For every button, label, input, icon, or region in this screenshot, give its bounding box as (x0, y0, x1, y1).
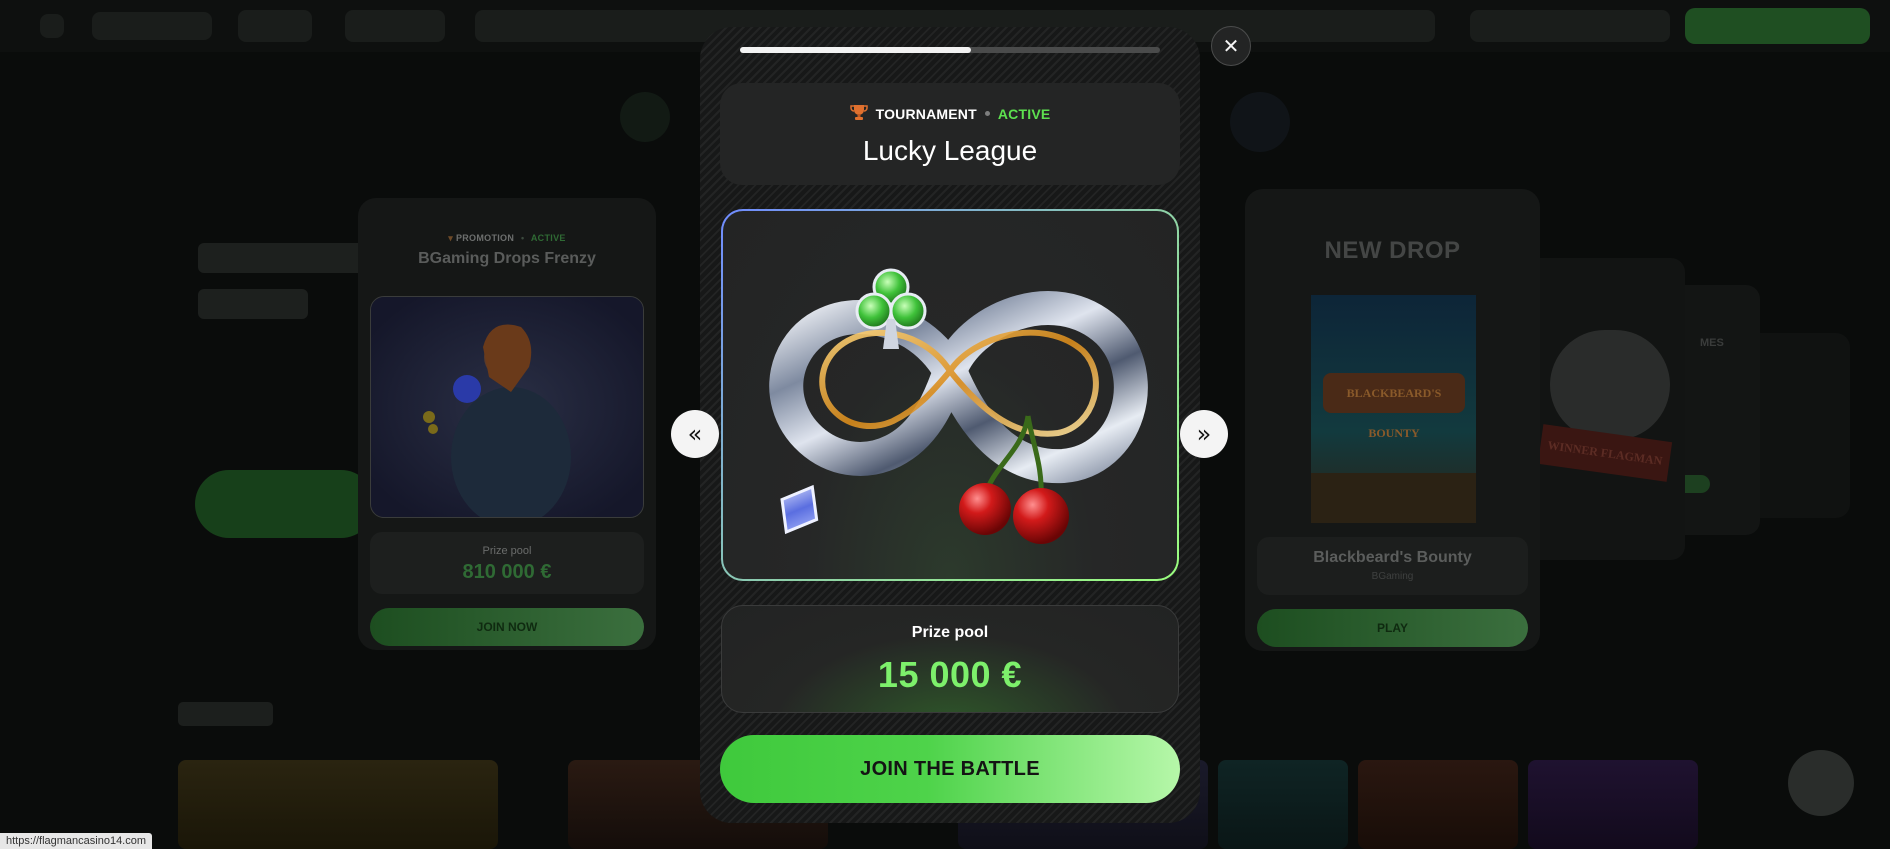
story-card-left: ▾ PROMOTION • ACTIVE BGaming Drops Frenz… (358, 198, 656, 650)
story-modal: TOURNAMENT ACTIVE Lucky League Prize poo… (700, 27, 1200, 823)
diamond-icon (780, 484, 819, 535)
close-button[interactable]: ✕ (1211, 26, 1251, 66)
story-artwork-frame (721, 209, 1179, 581)
hero-title-placeholder (198, 243, 378, 319)
section-heading-placeholder (178, 702, 273, 726)
story-card-game-provider: BGaming (1371, 571, 1414, 582)
double-chevron-left-icon: « (687, 420, 703, 448)
story-card-prize: Prize pool 810 000 € (370, 532, 644, 594)
story-card-right: NEW DROP BLACKBEARD'S BOUNTY Blackbeard'… (1245, 189, 1540, 651)
story-card-game-image: BLACKBEARD'S BOUNTY (1311, 295, 1476, 523)
story-card-kind: PROMOTION (455, 233, 515, 243)
close-icon: ✕ (1222, 34, 1240, 58)
story-kind: TOURNAMENT (875, 105, 977, 122)
status-bar-url: https://flagmancasino14.com (0, 833, 153, 849)
header-signup-button (1685, 8, 1870, 44)
story-card-join-button[interactable]: JOIN NOW (370, 608, 644, 646)
story-card-play-button[interactable]: PLAY (1257, 609, 1528, 647)
trophy-icon: ▾ (448, 233, 454, 243)
story-card-far-right: WINNER FLAGMAN (1520, 258, 1685, 560)
next-story-button[interactable]: » (1180, 410, 1228, 458)
infinity-icon (769, 291, 1148, 484)
story-meta-row: TOURNAMENT ACTIVE (720, 103, 1180, 124)
prize-pool-card: Prize pool 15 000 € (721, 605, 1179, 713)
story-status: ACTIVE (997, 105, 1051, 122)
story-progress-fill (740, 47, 971, 53)
story-bubble (1230, 92, 1290, 152)
story-card-meta: ▾ PROMOTION • ACTIVE (448, 233, 566, 243)
game-logo: BLACKBEARD'S BOUNTY (1323, 373, 1465, 440)
previous-story-button[interactable]: « (671, 410, 719, 458)
prize-pool-amount: 15 000 € (877, 654, 1023, 695)
prize-pool-label: Prize pool (911, 624, 989, 641)
winner-badge: WINNER FLAGMAN (1537, 424, 1673, 482)
story-artwork (723, 211, 1177, 579)
header-nav-item (345, 10, 445, 42)
story-card-image (370, 296, 644, 518)
story-card-game-title: Blackbeard's Bounty (1313, 549, 1472, 566)
separator-dot (984, 111, 990, 116)
story-card-game-info: Blackbeard's Bounty BGaming (1257, 537, 1528, 595)
story-title: Lucky League (862, 135, 1038, 166)
story-progress-track (740, 47, 1160, 53)
story-card-prize-label: Prize pool (482, 545, 532, 557)
story-card-status: ACTIVE (530, 233, 566, 243)
header-nav-item (238, 10, 312, 42)
join-the-battle-button[interactable]: JOIN THE BATTLE (720, 735, 1180, 803)
story-header: TOURNAMENT ACTIVE Lucky League (720, 83, 1180, 185)
hero-button (195, 470, 375, 538)
site-logo (92, 12, 212, 40)
story-card-heading: NEW DROP (1324, 237, 1461, 264)
story-card-prize-amount: 810 000 € (462, 561, 552, 583)
story-bubble (620, 92, 670, 142)
trophy-icon (849, 103, 868, 124)
menu-icon (40, 14, 64, 38)
header-login (1470, 10, 1670, 42)
chat-icon (1788, 750, 1854, 816)
double-chevron-right-icon: » (1196, 420, 1212, 448)
story-card-title: BGaming Drops Frenzy (418, 250, 596, 267)
